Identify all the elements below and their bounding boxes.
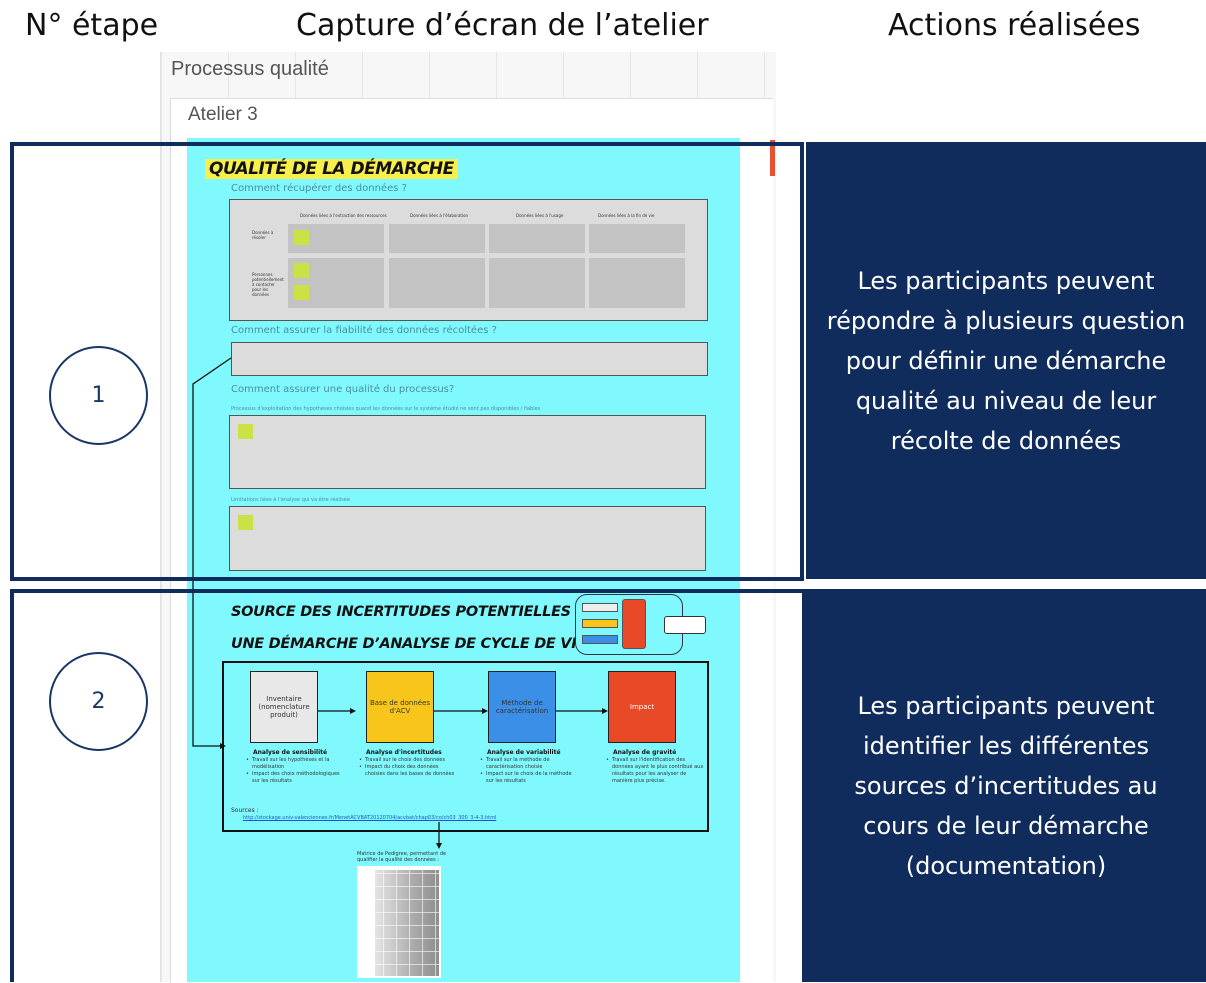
step1-action-text: Les participants peuvent répondre à plus… [826, 266, 1186, 455]
step2-action: Les participants peuvent identifier les … [806, 589, 1206, 982]
step1-action: Les participants peuvent répondre à plus… [806, 142, 1206, 579]
step-number-2: 2 [49, 652, 148, 751]
step2-action-text: Les participants peuvent identifier les … [854, 691, 1158, 880]
step2-frame [10, 589, 806, 982]
step-number-1: 1 [49, 346, 148, 445]
